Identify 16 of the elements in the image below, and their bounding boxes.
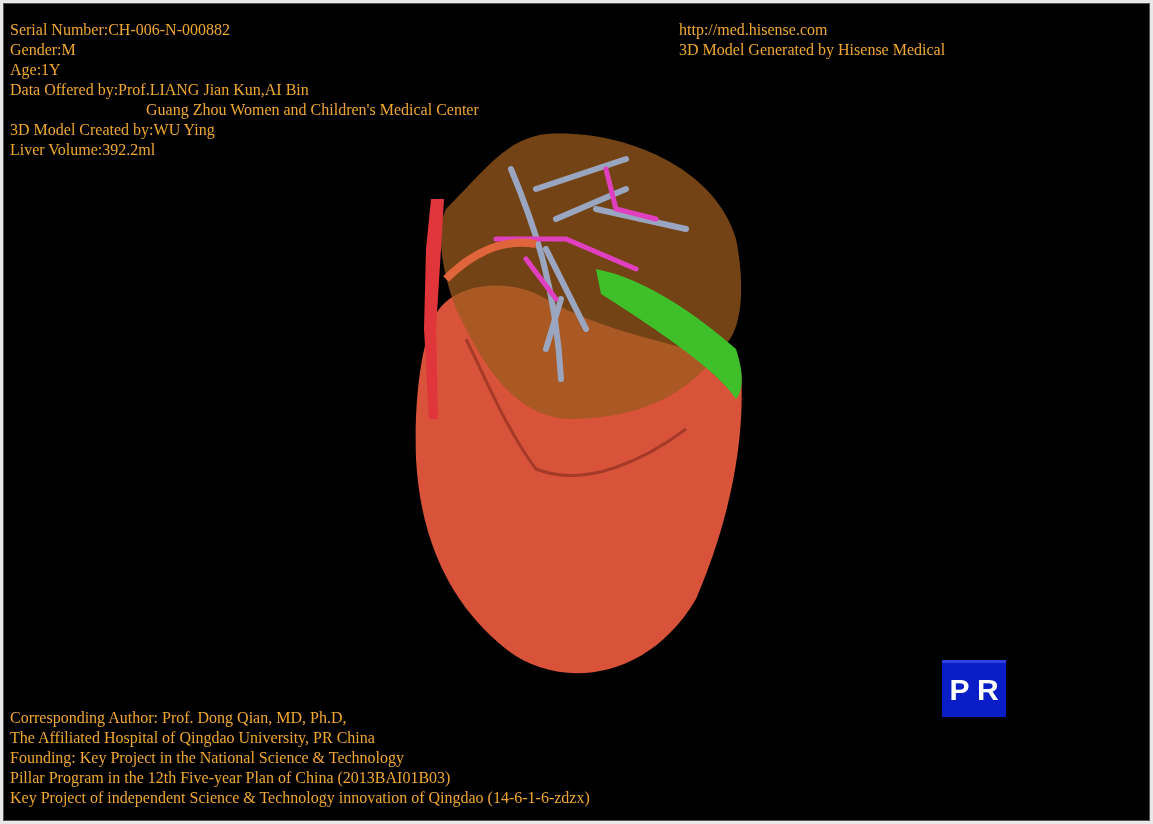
credit-text: Pillar Program in the 12th Five-year Plan of China (2013BAI01B03) [10,768,452,788]
info-text: 3D Model Created by:WU Ying [10,120,216,140]
credit-text: Corresponding Author: Prof. Dong Qian, MD, Ph.D, [10,708,348,728]
credit-text: The Affiliated Hospital of Qingdao University, PR China [10,728,376,748]
info-text: Liver Volume:392.2ml [10,140,157,160]
orientation-label: P [949,673,970,707]
info-text: Age:1Y [10,60,62,80]
info-text: http://med.hisense.com [679,20,829,40]
orientation-label: R [976,673,999,707]
info-text: Gender:M [10,40,77,60]
credit-text: Founding: Key Project in the National Science & Technology [10,748,406,768]
info-text: Guang Zhou Women and Children's Medical Center [145,100,479,120]
info-text: 3D Model Generated by Hisense Medical [679,40,947,60]
info-text: Data Offered by:Prof.LIANG Jian Kun,AI Bin [10,80,310,100]
info-text: Serial Number:CH-006-N-000882 [10,20,231,40]
credit-text: Key Project of independent Science & Technology innovation of Qingdao (14-6-1-6-zdzx) [10,788,590,808]
